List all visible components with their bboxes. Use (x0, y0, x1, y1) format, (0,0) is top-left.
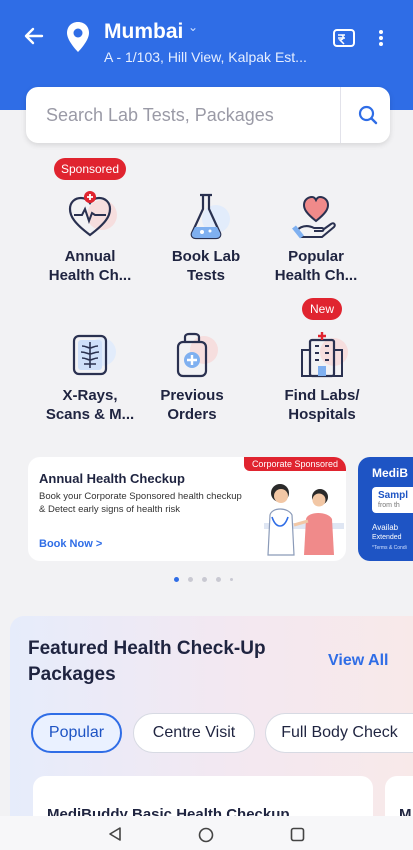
search-icon[interactable] (356, 103, 380, 127)
banner-title: Annual Health Checkup (39, 471, 185, 486)
chip-centre-visit[interactable]: Centre Visit (133, 713, 255, 753)
carousel-dot (216, 577, 221, 582)
carousel-dot (202, 577, 207, 582)
category-label: Previous Orders (160, 387, 224, 423)
medibuddy-promo-banner[interactable]: MediB Sampl from th Availab Extended *Te… (358, 457, 413, 561)
nav-recents-icon[interactable] (290, 827, 305, 842)
medical-bag-icon (176, 332, 218, 378)
carousel-dot (188, 577, 193, 582)
carousel-dot (230, 578, 233, 581)
category-label: Popular Health Ch... (274, 248, 358, 284)
nav-back-icon[interactable] (108, 827, 122, 841)
chip-full-body-check[interactable]: Full Body Check (265, 713, 413, 753)
hand-heart-icon (292, 195, 336, 239)
annual-health-checkup-banner[interactable]: Corporate Sponsored Annual Health Checku… (28, 457, 346, 561)
category-label: Find Labs/Hospitals (284, 387, 360, 423)
view-all-link[interactable]: View All (328, 652, 388, 670)
heart-pulse-icon (68, 191, 117, 237)
city-dropdown-icon[interactable]: ⌄ (188, 20, 198, 34)
search-input[interactable]: Search Lab Tests, Packages (46, 105, 274, 126)
category-label: Annual Health Ch... (48, 248, 132, 284)
wallet-icon[interactable] (332, 27, 356, 49)
category-book-lab-tests[interactable]: Book Lab Tests (146, 191, 266, 285)
delivery-address[interactable]: A - 1/103, Hill View, Kalpak Est... (104, 49, 307, 65)
category-find-labs-hospitals[interactable]: Find Labs/Hospitals (262, 330, 382, 424)
lab-flask-icon (190, 193, 230, 240)
promo-text: Availab (372, 523, 399, 532)
sponsored-badge: Sponsored (54, 158, 126, 180)
featured-section-title: Featured Health Check-Up Packages (28, 638, 266, 685)
category-previous-orders[interactable]: Previous Orders (132, 330, 252, 424)
back-arrow-icon[interactable] (22, 24, 46, 48)
book-now-link[interactable]: Book Now > (39, 538, 102, 550)
promo-box: Sampl from th (372, 487, 413, 513)
category-label: Book Lab Tests (171, 248, 241, 284)
category-popular-health-checkups[interactable]: Popular Health Ch... (256, 191, 376, 285)
search-divider (340, 87, 341, 143)
corporate-sponsored-tag: Corporate Sponsored (243, 457, 346, 471)
promo-terms: *Terms & Condi (372, 545, 407, 551)
system-navigation-bar (0, 816, 413, 850)
category-annual-health-checkup[interactable]: Annual Health Ch... (30, 191, 150, 285)
chip-popular[interactable]: Popular (31, 713, 122, 753)
doctor-patient-illustration (264, 484, 344, 556)
search-bar[interactable]: Search Lab Tests, Packages (26, 87, 390, 143)
carousel-dot-active (174, 577, 179, 582)
nav-home-icon[interactable] (198, 827, 214, 843)
city-name[interactable]: Mumbai (104, 20, 183, 44)
new-badge: New (302, 298, 342, 320)
banner-description: Book your Corporate Sponsored health che… (39, 491, 242, 515)
more-options-icon[interactable] (370, 26, 392, 50)
promo-text: Extended (372, 534, 402, 541)
location-pin-icon[interactable] (64, 20, 92, 54)
promo-title: MediB (372, 466, 408, 480)
hospital-building-icon (301, 332, 348, 378)
xray-ribcage-icon (72, 334, 116, 376)
